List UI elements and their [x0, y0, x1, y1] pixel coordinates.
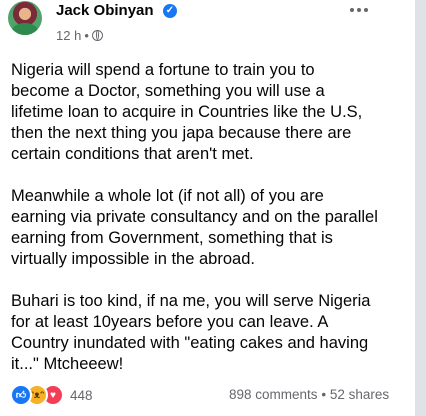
post-meta: 12 h • [56, 28, 103, 43]
post-paragraph: Nigeria will spend a fortune to train yo… [11, 61, 363, 163]
stats-separator: • [321, 387, 327, 402]
reactions-summary[interactable]: 👍︎ ᵔᴥᵔ ♥ 448 [10, 384, 93, 406]
dot-icon [364, 8, 368, 12]
author-avatar[interactable] [8, 1, 42, 35]
post-card: Jack Obinyan ✓ 12 h • Nigeria will spend… [0, 0, 415, 416]
globe-icon [91, 30, 103, 41]
more-options-button[interactable] [350, 8, 368, 12]
post-paragraph: Buhari is too kind, if na me, you will s… [11, 292, 371, 373]
meta-separator: • [84, 28, 89, 43]
dot-icon [350, 8, 354, 12]
comments-count[interactable]: 898 comments [229, 387, 318, 402]
like-icon: 👍︎ [10, 384, 32, 406]
author-name[interactable]: Jack Obinyan [56, 2, 154, 19]
verified-badge-icon: ✓ [163, 4, 177, 18]
dot-icon [357, 8, 361, 12]
post-paragraph: Meanwhile a whole lot (if not all) of yo… [11, 187, 378, 268]
post-stats: 898 comments • 52 shares [229, 387, 389, 402]
reaction-count: 448 [70, 387, 93, 403]
side-gutter [415, 0, 426, 416]
avatar-figure [12, 23, 38, 35]
post-body: Nigeria will spend a fortune to train yo… [11, 60, 411, 396]
post-time[interactable]: 12 h [56, 28, 81, 43]
shares-count[interactable]: 52 shares [330, 387, 389, 402]
